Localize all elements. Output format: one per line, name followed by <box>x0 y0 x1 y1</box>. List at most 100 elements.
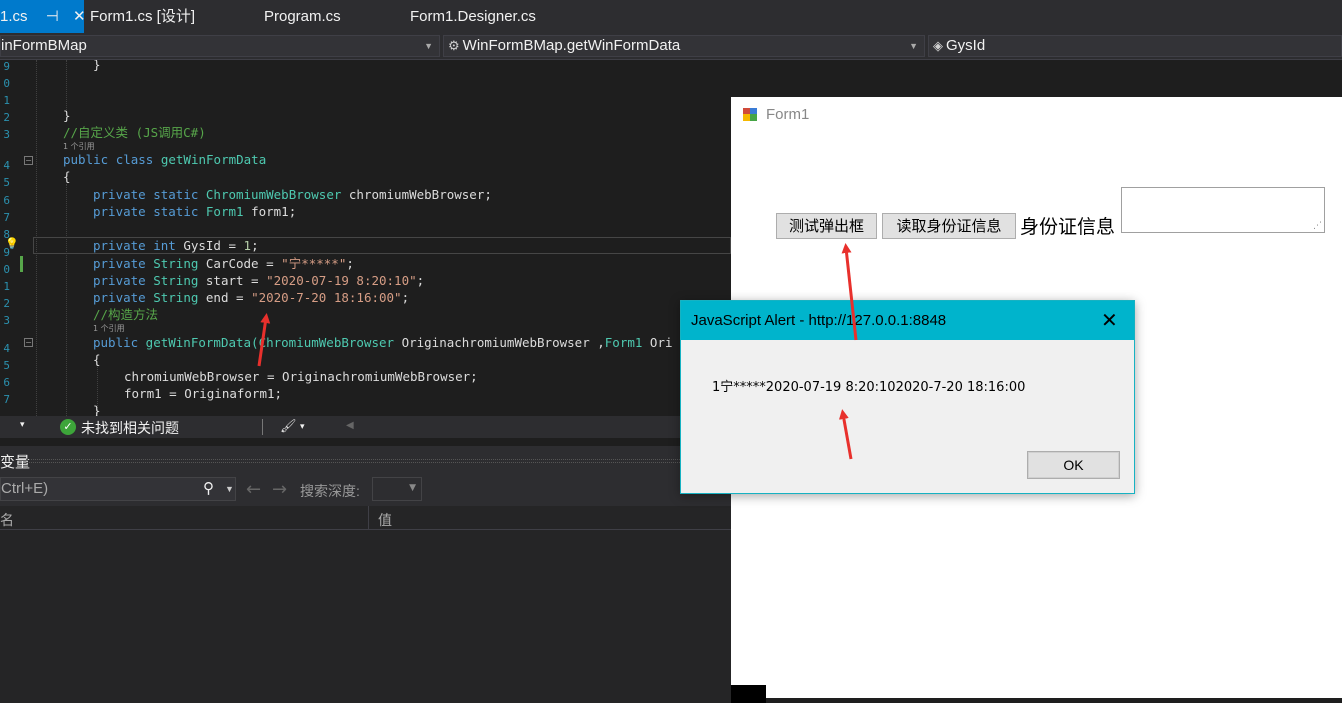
field-dropdown[interactable]: ◈ GysId <box>928 35 1342 57</box>
no-issues-status[interactable]: 未找到相关问题 <box>81 418 179 438</box>
line-number: 4 <box>3 342 10 355</box>
keyword: int <box>153 238 176 253</box>
code-line-field-start: private String start = "2020-07-19 8:20:… <box>93 272 424 289</box>
member-dropdown[interactable]: ⚙ WinFormBMap.getWinFormData ▼ <box>443 35 925 57</box>
reference-count[interactable]: 1 个引用 <box>93 324 125 334</box>
indent-guide <box>66 184 67 416</box>
line-number: 7 <box>3 393 10 406</box>
back-arrow-icon[interactable]: ← <box>246 479 261 500</box>
search-input[interactable]: Ctrl+E) ⚲ ▼ <box>0 477 236 501</box>
line-number: 3 <box>3 314 10 327</box>
editor-status-strip: ▾ ✓ 未找到相关问题 🖌 ▾ ◀ <box>0 416 731 438</box>
identifier: chromiumWebBrowser; <box>341 187 492 202</box>
keyword: private <box>93 290 146 305</box>
line-number: 1 <box>3 94 10 107</box>
string-literal: "2020-07-19 8:20:10" <box>266 273 417 288</box>
code-line-field-gysid: private int GysId = 1; <box>93 237 259 254</box>
pin-icon[interactable]: ⊣ <box>46 0 59 33</box>
close-icon[interactable]: ✕ <box>73 0 86 33</box>
resize-grip-icon[interactable]: ⋰ <box>1313 221 1322 231</box>
method-name: getWinFormData( <box>138 335 259 350</box>
code-editor[interactable]: 9 0 1 2 3 4 5 6 7 8 9 0 1 2 3 4 5 6 7 − … <box>0 60 731 416</box>
keyword: private <box>93 204 146 219</box>
tab-form1-designer-cs[interactable]: Form1.Designer.cs <box>410 0 536 33</box>
dialog-title-bar[interactable]: JavaScript Alert - http://127.0.0.1:8848… <box>681 301 1134 340</box>
tab-form1-designer[interactable]: Form1.cs [设计] <box>90 0 195 33</box>
keyword: private <box>93 238 146 253</box>
line-number: 5 <box>3 176 10 189</box>
close-icon[interactable]: ✕ <box>1101 308 1118 332</box>
chevron-down-icon[interactable]: ▾ <box>20 419 25 430</box>
divider <box>262 419 263 435</box>
column-divider[interactable] <box>368 506 369 530</box>
code-comment: //自定义类 (JS调用C#) <box>63 125 206 140</box>
line-number: 7 <box>3 211 10 224</box>
string-literal: "2020-7-20 18:16:00" <box>251 290 402 305</box>
code-line-field-form1: private static Form1 form1; <box>93 203 296 220</box>
chevron-down-icon[interactable]: ▾ <box>300 421 305 432</box>
form-title: Form1 <box>766 106 810 123</box>
tab-active-cs[interactable]: 1.cs ⊣ ✕ <box>0 0 86 33</box>
keyword: class <box>115 152 154 167</box>
type-name: ChromiumWebBrowser <box>205 187 342 202</box>
keyword: static <box>153 204 199 219</box>
variables-search-row: Ctrl+E) ⚲ ▼ ← → 搜索深度: ▼ <box>0 474 731 506</box>
line-number: 4 <box>3 159 10 172</box>
code-line-assign-1: chromiumWebBrowser = OriginachromiumWebB… <box>124 369 478 384</box>
id-card-label: 身份证信息 <box>1020 216 1116 238</box>
change-indicator <box>20 256 23 272</box>
panel-grip[interactable] <box>26 459 726 463</box>
class-icon: ⚙ <box>448 38 460 53</box>
test-alert-button[interactable]: 测试弹出框 <box>776 213 877 239</box>
search-depth-select[interactable]: ▼ <box>372 477 422 501</box>
column-name[interactable]: 名 <box>0 510 14 530</box>
project-dropdown[interactable]: inFormBMap ▼ <box>0 35 440 57</box>
chevron-down-icon: ▼ <box>424 41 433 51</box>
code-comment: //构造方法 <box>93 307 159 322</box>
check-icon: ✓ <box>60 419 76 435</box>
code-line: } <box>63 108 71 123</box>
brush-icon[interactable]: 🖌 <box>280 418 297 434</box>
column-value[interactable]: 值 <box>378 510 392 530</box>
tab-program[interactable]: Program.cs <box>264 0 341 33</box>
keyword: private <box>93 273 146 288</box>
type-name: String <box>153 273 199 288</box>
search-icon[interactable]: ⚲ <box>203 478 214 500</box>
code-line-field-end: private String end = "2020-7-20 18:16:00… <box>93 289 409 306</box>
collapse-icon[interactable]: − <box>24 338 33 347</box>
code-line-class-decl: public class getWinFormData <box>63 151 266 168</box>
scroll-left-icon[interactable]: ◀ <box>346 420 354 431</box>
editor-background <box>731 60 1342 97</box>
identifier: form1; <box>243 204 297 219</box>
line-number: 6 <box>3 376 10 389</box>
member-label: WinFormBMap.getWinFormData <box>462 37 681 54</box>
keyword: private <box>93 187 146 202</box>
code-line-field-chromium: private static ChromiumWebBrowser chromi… <box>93 186 492 203</box>
javascript-alert-dialog: JavaScript Alert - http://127.0.0.1:8848… <box>680 300 1135 494</box>
ok-button[interactable]: OK <box>1027 451 1120 479</box>
forward-arrow-icon[interactable]: → <box>272 479 287 500</box>
read-id-card-button[interactable]: 读取身份证信息 <box>882 213 1016 239</box>
code-line: } <box>93 60 101 72</box>
identifier: GysId = <box>175 238 244 253</box>
project-label: inFormBMap <box>1 37 87 54</box>
punctuation: ; <box>346 256 354 271</box>
variables-column-header: 名 值 <box>0 506 731 530</box>
line-number: 6 <box>3 194 10 207</box>
dialog-title: JavaScript Alert - http://127.0.0.1:8848 <box>691 312 947 329</box>
dialog-message: 1宁*****2020-07-19 8:20:102020-7-20 18:16… <box>712 380 1026 395</box>
collapse-icon[interactable]: − <box>24 156 33 165</box>
code-line: { <box>63 169 71 184</box>
line-number: 0 <box>3 77 10 90</box>
id-card-textarea[interactable]: ⋰ <box>1121 187 1325 233</box>
search-placeholder: Ctrl+E) <box>1 480 49 497</box>
line-number: 3 <box>3 128 10 141</box>
lightbulb-icon[interactable]: 💡 <box>5 237 19 250</box>
chevron-down-icon: ▼ <box>409 483 416 493</box>
indent-guide <box>66 60 67 112</box>
chevron-down-icon[interactable]: ▼ <box>225 478 234 500</box>
form-app-icon <box>743 108 759 122</box>
type-name: Form1 <box>205 204 244 219</box>
search-depth-label: 搜索深度: <box>300 483 360 499</box>
punctuation: ; <box>251 238 259 253</box>
